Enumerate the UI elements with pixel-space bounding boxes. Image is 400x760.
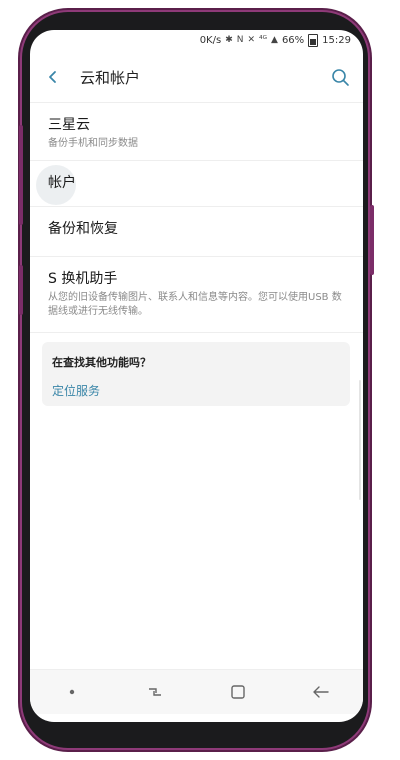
suggestion-card: 在查找其他功能吗？ 定位服务 [42,342,350,406]
item-title: 备份和恢复 [48,221,118,237]
battery-icon [308,33,319,47]
chevron-left-icon [49,71,56,83]
page-title: 云和帐户 [80,68,141,87]
bixby-button [19,265,23,315]
clock: 15:29 [322,34,351,46]
back-nav-button[interactable] [306,677,336,707]
signal-icon: ▲ [271,35,278,45]
card-title: 在查找其他功能吗？ [52,356,151,369]
recent-apps-icon [148,688,161,696]
battery-level: 66% [281,34,305,46]
status-bar: 0K/s ✱ N ✕ ⁴ᴳ ▲ 66% 15:29 [30,30,363,50]
mute-icon: ✕ [247,35,256,45]
list-item-smart-switch[interactable]: S 换机助手 从您的旧设备传输图片、联系人和信息等内容。您可以使用USB 数据线… [30,257,363,333]
settings-list: 三星云 备份手机和同步数据 帐户 备份和恢复 S 换机助手 从您的旧设备传输图片… [30,102,363,333]
dot-icon [69,689,74,695]
recent-apps-button[interactable] [140,677,170,707]
item-subtitle: 备份手机和同步数据 [48,138,138,149]
back-arrow-icon [313,686,330,698]
nfc-icon: N [236,35,244,45]
search-button[interactable] [329,66,351,88]
back-button[interactable] [42,66,64,88]
power-button [370,205,374,275]
location-services-link[interactable]: 定位服务 [52,382,100,399]
list-item-accounts[interactable]: 帐户 [30,161,363,207]
navigation-bar [30,669,363,714]
list-item-backup-restore[interactable]: 备份和恢复 [30,207,363,257]
scrollbar[interactable] [359,380,361,500]
home-button[interactable] [223,677,253,707]
search-icon [332,69,349,86]
screen: 0K/s ✱ N ✕ ⁴ᴳ ▲ 66% 15:29 云和帐户 三星云 备份手机和… [30,30,363,722]
home-icon [231,685,245,699]
bluetooth-icon: ✱ [225,35,233,45]
volume-button [19,125,23,225]
item-title: 帐户 [48,175,76,191]
app-bar: 云和帐户 [30,52,363,102]
nav-dot-button[interactable] [57,677,87,707]
item-title: 三星云 [48,117,90,133]
4g-icon: ⁴ᴳ [259,35,268,45]
network-speed: 0K/s [199,34,222,46]
list-item-samsung-cloud[interactable]: 三星云 备份手机和同步数据 [30,103,363,161]
item-title: S 换机助手 [48,271,118,287]
item-subtitle: 从您的旧设备传输图片、联系人和信息等内容。您可以使用USB 数据线或进行无线传输… [48,292,342,317]
